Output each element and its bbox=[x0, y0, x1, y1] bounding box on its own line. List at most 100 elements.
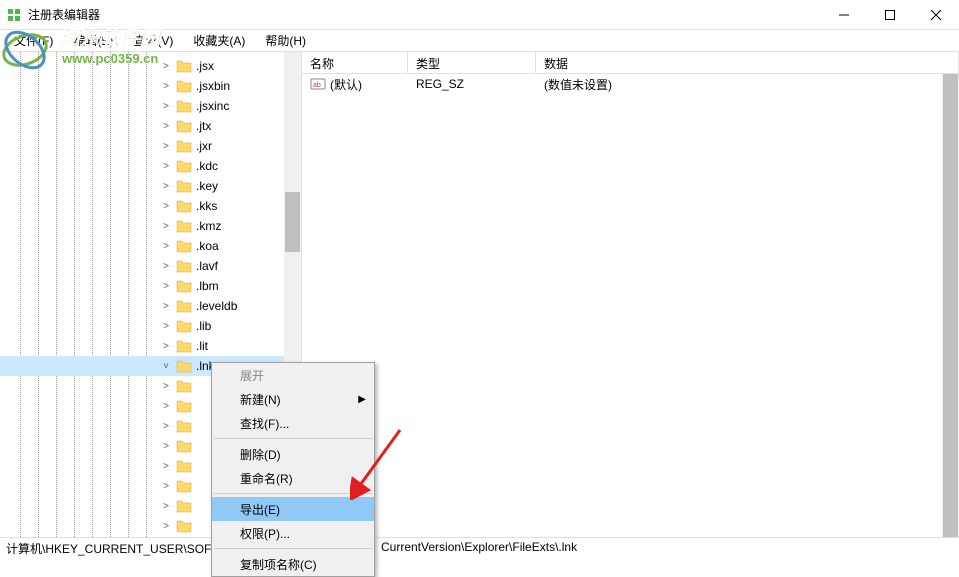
menu-copy-key-name[interactable]: 复制项名称(C) bbox=[212, 552, 374, 576]
tree-item-key[interactable]: >.key bbox=[0, 176, 301, 196]
menu-separator bbox=[214, 493, 372, 494]
menu-expand[interactable]: 展开 bbox=[212, 363, 374, 387]
expander-icon[interactable]: > bbox=[160, 161, 172, 172]
menu-new-label: 新建(N) bbox=[240, 391, 281, 408]
titlebar: 注册表编辑器 bbox=[0, 0, 959, 30]
folder-icon bbox=[176, 179, 192, 193]
menu-delete[interactable]: 删除(D) bbox=[212, 442, 374, 466]
tree-item-lavf[interactable]: > .lavf bbox=[0, 256, 301, 276]
folder-icon bbox=[176, 479, 192, 493]
expander-icon[interactable]: > bbox=[160, 241, 172, 252]
expander-icon[interactable]: > bbox=[160, 461, 172, 472]
expander-icon[interactable]: > bbox=[160, 501, 172, 512]
col-name[interactable]: 名称 bbox=[302, 52, 408, 73]
folder-icon bbox=[176, 379, 192, 393]
cell-type: REG_SZ bbox=[408, 77, 536, 91]
tree-label: .jsx bbox=[196, 59, 214, 73]
expander-icon[interactable]: > bbox=[160, 121, 172, 132]
tree-item-kdc[interactable]: > .kdc bbox=[0, 156, 301, 176]
maximize-button[interactable] bbox=[867, 0, 913, 30]
cell-name: ab (默认) bbox=[302, 76, 408, 93]
tree-item-leveldb[interactable]: >.leveldb bbox=[0, 296, 301, 316]
tree-item-lit[interactable]: > .lit bbox=[0, 336, 301, 356]
expander-icon[interactable]: > bbox=[160, 181, 172, 192]
menu-edit[interactable]: 编辑(E) bbox=[63, 30, 123, 51]
tree-item-lbm[interactable]: >.lbm bbox=[0, 276, 301, 296]
statusbar-path-right: CurrentVersion\Explorer\FileExts\.lnk bbox=[375, 538, 959, 557]
expander-icon[interactable]: > bbox=[160, 321, 172, 332]
folder-icon bbox=[176, 79, 192, 93]
expander-icon[interactable]: > bbox=[160, 521, 172, 532]
folder-icon bbox=[176, 319, 192, 333]
menu-permissions[interactable]: 权限(P)... bbox=[212, 521, 374, 545]
menu-export[interactable]: 导出(E) bbox=[212, 497, 374, 521]
expander-icon[interactable]: > bbox=[160, 301, 172, 312]
menu-help[interactable]: 帮助(H) bbox=[255, 30, 316, 51]
context-menu: 展开 新建(N) ▶ 查找(F)... 删除(D) 重命名(R) 导出(E) 权… bbox=[211, 362, 375, 577]
menu-favorites[interactable]: 收藏夹(A) bbox=[183, 30, 255, 51]
tree-label: .jsxinc bbox=[196, 99, 229, 113]
menu-separator bbox=[214, 548, 372, 549]
expander-icon[interactable]: > bbox=[160, 341, 172, 352]
reg-sz-icon: ab bbox=[310, 76, 326, 92]
folder-icon bbox=[176, 279, 192, 293]
expander-icon[interactable]: > bbox=[160, 381, 172, 392]
col-type[interactable]: 类型 bbox=[408, 52, 536, 73]
list-row[interactable]: ab (默认) REG_SZ (数值未设置) bbox=[302, 74, 959, 94]
window-title: 注册表编辑器 bbox=[28, 6, 821, 23]
folder-icon bbox=[176, 159, 192, 173]
col-data[interactable]: 数据 bbox=[536, 52, 959, 73]
regedit-icon bbox=[6, 7, 22, 23]
tree-item-lib[interactable]: > .lib bbox=[0, 316, 301, 336]
tree-label: .lavf bbox=[196, 259, 218, 273]
tree-label: .lib bbox=[196, 319, 211, 333]
folder-icon bbox=[176, 99, 192, 113]
menu-find[interactable]: 查找(F)... bbox=[212, 411, 374, 435]
tree-item-jsx[interactable]: > .jsx bbox=[0, 56, 301, 76]
menu-new[interactable]: 新建(N) ▶ bbox=[212, 387, 374, 411]
list-header: 名称 类型 数据 bbox=[302, 52, 959, 74]
expander-icon[interactable]: > bbox=[160, 401, 172, 412]
folder-icon bbox=[176, 299, 192, 313]
minimize-button[interactable] bbox=[821, 0, 867, 30]
folder-icon bbox=[176, 259, 192, 273]
folder-icon bbox=[176, 439, 192, 453]
folder-icon bbox=[176, 419, 192, 433]
tree-item-koa[interactable]: > .koa bbox=[0, 236, 301, 256]
expander-icon[interactable]: > bbox=[160, 141, 172, 152]
content-area: >.jsx>.jsxbin>.jsxinc>.jtx>.jxr>.kdc>.ke… bbox=[0, 52, 959, 537]
tree-item-kks[interactable]: >.kks bbox=[0, 196, 301, 216]
menu-file[interactable]: 文件(F) bbox=[4, 30, 63, 51]
tree-label: .kdc bbox=[196, 159, 218, 173]
menu-rename[interactable]: 重命名(R) bbox=[212, 466, 374, 490]
submenu-arrow-icon: ▶ bbox=[358, 394, 366, 405]
tree-item-jtx[interactable]: >.jtx bbox=[0, 116, 301, 136]
tree-item-jxr[interactable]: > .jxr bbox=[0, 136, 301, 156]
tree-label: .koa bbox=[196, 239, 219, 253]
folder-icon bbox=[176, 239, 192, 253]
expander-icon[interactable]: > bbox=[160, 201, 172, 212]
expander-icon[interactable]: > bbox=[160, 61, 172, 72]
folder-icon bbox=[176, 199, 192, 213]
expander-icon[interactable]: > bbox=[160, 441, 172, 452]
expander-icon[interactable]: > bbox=[160, 261, 172, 272]
tree-label: .lit bbox=[196, 339, 208, 353]
list-scrollbar[interactable] bbox=[942, 74, 959, 537]
menu-view[interactable]: 查看(V) bbox=[123, 30, 183, 51]
expander-icon[interactable]: > bbox=[160, 481, 172, 492]
expander-icon[interactable]: > bbox=[160, 281, 172, 292]
expander-icon[interactable]: ˅ bbox=[160, 361, 172, 372]
folder-icon bbox=[176, 59, 192, 73]
menu-separator bbox=[214, 438, 372, 439]
expander-icon[interactable]: > bbox=[160, 101, 172, 112]
expander-icon[interactable]: > bbox=[160, 221, 172, 232]
tree-item-jsxinc[interactable]: > .jsxinc bbox=[0, 96, 301, 116]
tree-item-kmz[interactable]: >.kmz bbox=[0, 216, 301, 236]
folder-icon bbox=[176, 339, 192, 353]
close-button[interactable] bbox=[913, 0, 959, 30]
expander-icon[interactable]: > bbox=[160, 81, 172, 92]
expander-icon[interactable]: > bbox=[160, 421, 172, 432]
window-controls bbox=[821, 0, 959, 30]
tree-item-jsxbin[interactable]: >.jsxbin bbox=[0, 76, 301, 96]
tree-label: .jxr bbox=[196, 139, 212, 153]
